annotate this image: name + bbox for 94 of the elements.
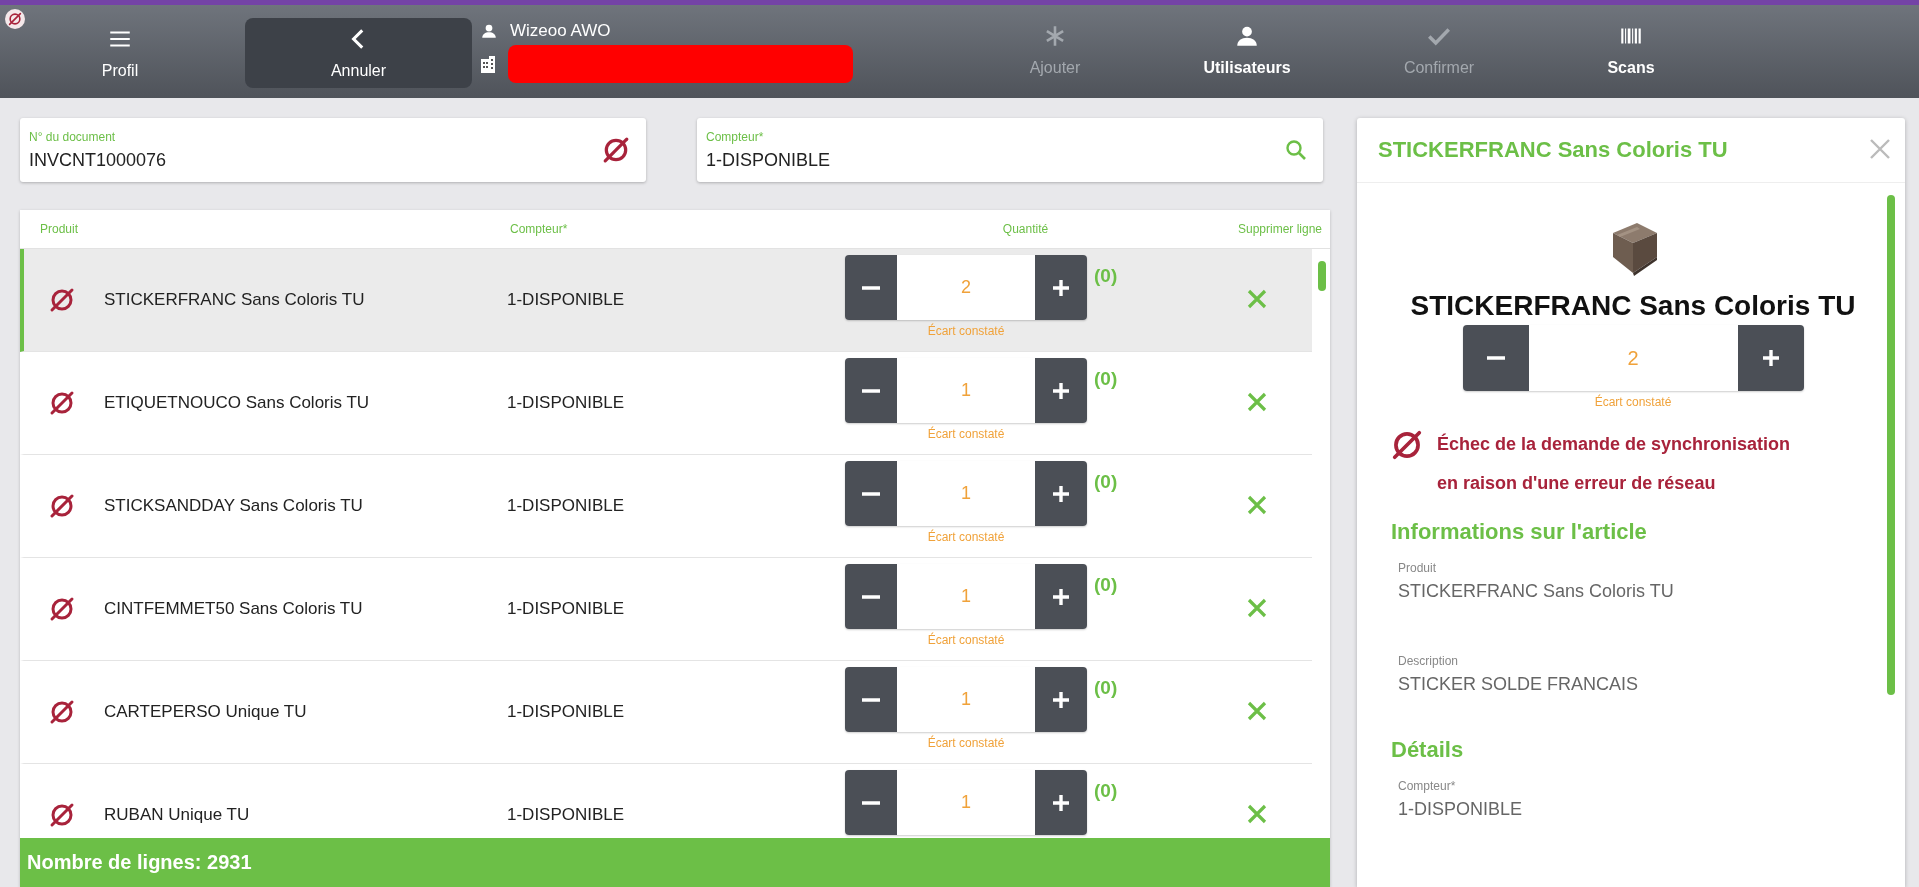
counter-value: 1-DISPONIBLE: [507, 805, 626, 825]
scanned-count: (0): [1093, 264, 1119, 287]
minus-icon: [862, 388, 880, 393]
scanned-count: (0): [1093, 676, 1119, 699]
product-name: CARTEPERSO Unique TU: [104, 702, 308, 722]
plus-icon: [1051, 586, 1071, 607]
counter-value: 1-DISPONIBLE: [507, 496, 626, 516]
close-icon: [1247, 494, 1267, 515]
variance-note: Écart constaté: [927, 324, 1005, 338]
counter-value: 1-DISPONIBLE: [507, 702, 626, 722]
plus-icon: [1051, 277, 1071, 298]
product-name: RUBAN Unique TU: [104, 805, 251, 825]
product-name: ETIQUETNOUCO Sans Coloris TU: [104, 393, 371, 413]
field-label: Compteur*: [1398, 779, 1457, 793]
building-icon: [480, 55, 496, 73]
minus-button[interactable]: [1462, 325, 1529, 391]
variance-note: Écart constaté: [927, 633, 1005, 647]
column-header: Compteur*: [509, 222, 569, 236]
plus-icon: [1051, 380, 1071, 401]
field-value: INVCNT1000076: [29, 149, 168, 171]
user-name: Wizeoo AWO: [510, 21, 611, 41]
column-header: Quantité: [1001, 222, 1050, 236]
variance-note: Écart constaté: [927, 736, 1005, 750]
section-heading: Informations sur l'article: [1391, 518, 1648, 546]
section-heading: Détails: [1391, 736, 1465, 764]
plus-button[interactable]: [1035, 667, 1087, 732]
minus-icon: [862, 697, 880, 702]
plus-button[interactable]: [1035, 770, 1087, 835]
plus-button[interactable]: [1737, 325, 1804, 391]
close-icon: [1247, 700, 1267, 721]
field-value: 1-DISPONIBLE: [706, 149, 832, 171]
scanned-count: (0): [1093, 367, 1119, 390]
column-header: Produit: [39, 222, 80, 236]
toolbar-button[interactable]: Annuler: [245, 18, 472, 88]
counter-value: 1-DISPONIBLE: [507, 599, 626, 619]
toolbar-button[interactable]: Profil: [20, 18, 220, 88]
minus-button[interactable]: [845, 564, 897, 629]
field-label: Compteur*: [706, 129, 765, 144]
toolbar-button[interactable]: Scans: [1535, 11, 1727, 88]
variance-note: Écart constaté: [927, 530, 1005, 544]
document-field[interactable]: N° du document INVCNT1000076: [20, 118, 646, 182]
minus-button[interactable]: [845, 770, 897, 835]
close-icon: [1247, 597, 1267, 618]
minus-button[interactable]: [845, 255, 897, 320]
plus-icon: [1760, 348, 1781, 368]
plus-button[interactable]: [1035, 255, 1087, 320]
minus-icon: [862, 491, 880, 496]
row-count-bar: Nombre de lignes: 2931: [20, 838, 1330, 887]
minus-icon: [862, 594, 880, 599]
field-label: N° du document: [29, 129, 117, 144]
close-icon: [1869, 137, 1891, 160]
plus-icon: [1051, 792, 1071, 813]
table-row[interactable]: STICKSANDDAY Sans Coloris TU 1-DISPONIBLE 1 Écart constaté (0): [20, 455, 1312, 558]
plus-icon: [1051, 483, 1071, 504]
scanned-count: (0): [1093, 573, 1119, 596]
product-name: STICKSANDDAY Sans Coloris TU: [104, 496, 364, 516]
plus-button[interactable]: [1035, 564, 1087, 629]
plus-icon: [1051, 689, 1071, 710]
close-icon: [1247, 391, 1267, 412]
product-title: STICKERFRANC Sans Coloris TU: [1410, 289, 1856, 323]
scanned-count: (0): [1093, 779, 1119, 802]
minus-button[interactable]: [845, 461, 897, 526]
plus-button[interactable]: [1035, 358, 1087, 423]
counter-value: 1-DISPONIBLE: [507, 393, 626, 413]
minus-icon: [1486, 356, 1505, 360]
counter-field[interactable]: Compteur* 1-DISPONIBLE: [697, 118, 1323, 182]
minus-button[interactable]: [845, 667, 897, 732]
minus-icon: [862, 800, 880, 805]
field-value: 1-DISPONIBLE: [1398, 799, 1524, 820]
table-row[interactable]: STICKERFRANC Sans Coloris TU 1-DISPONIBLE 2 Écart constaté (0): [20, 249, 1312, 352]
error-message: Échec de la demande de synchronisation en raison d'une erreur de réseau: [1437, 432, 1792, 495]
minus-icon: [862, 285, 880, 290]
plus-button[interactable]: [1035, 461, 1087, 526]
field-label: Description: [1398, 654, 1460, 668]
table-row[interactable]: ETIQUETNOUCO Sans Coloris TU 1-DISPONIBLE 1 Écart constaté (0): [20, 352, 1312, 455]
field-value: STICKER SOLDE FRANCAIS: [1398, 674, 1640, 695]
minus-button[interactable]: [845, 358, 897, 423]
scanned-count: (0): [1093, 470, 1119, 493]
column-header: Supprimer ligne: [1236, 222, 1323, 236]
product-name: CINTFEMMET50 Sans Coloris TU: [104, 599, 364, 619]
counter-value: 1-DISPONIBLE: [507, 290, 626, 310]
product-name: STICKERFRANC Sans Coloris TU: [104, 290, 366, 310]
field-value: STICKERFRANC Sans Coloris TU: [1398, 581, 1675, 602]
table-row[interactable]: CINTFEMMET50 Sans Coloris TU 1-DISPONIBLE 1 Écart constaté (0): [20, 558, 1312, 661]
close-icon: [1247, 803, 1267, 824]
scroll-thumb[interactable]: [1887, 195, 1895, 695]
toolbar-button[interactable]: Utilisateurs: [1151, 11, 1343, 88]
panel-title: STICKERFRANC Sans Coloris TU: [1378, 137, 1728, 163]
scroll-thumb[interactable]: [1318, 261, 1326, 291]
variance-note: Écart constaté: [927, 427, 1005, 441]
field-label: Produit: [1398, 561, 1438, 575]
close-icon: [1247, 288, 1267, 309]
table-row[interactable]: CARTEPERSO Unique TU 1-DISPONIBLE 1 Écart constaté (0): [20, 661, 1312, 764]
variance-note: Écart constaté: [1594, 395, 1672, 409]
